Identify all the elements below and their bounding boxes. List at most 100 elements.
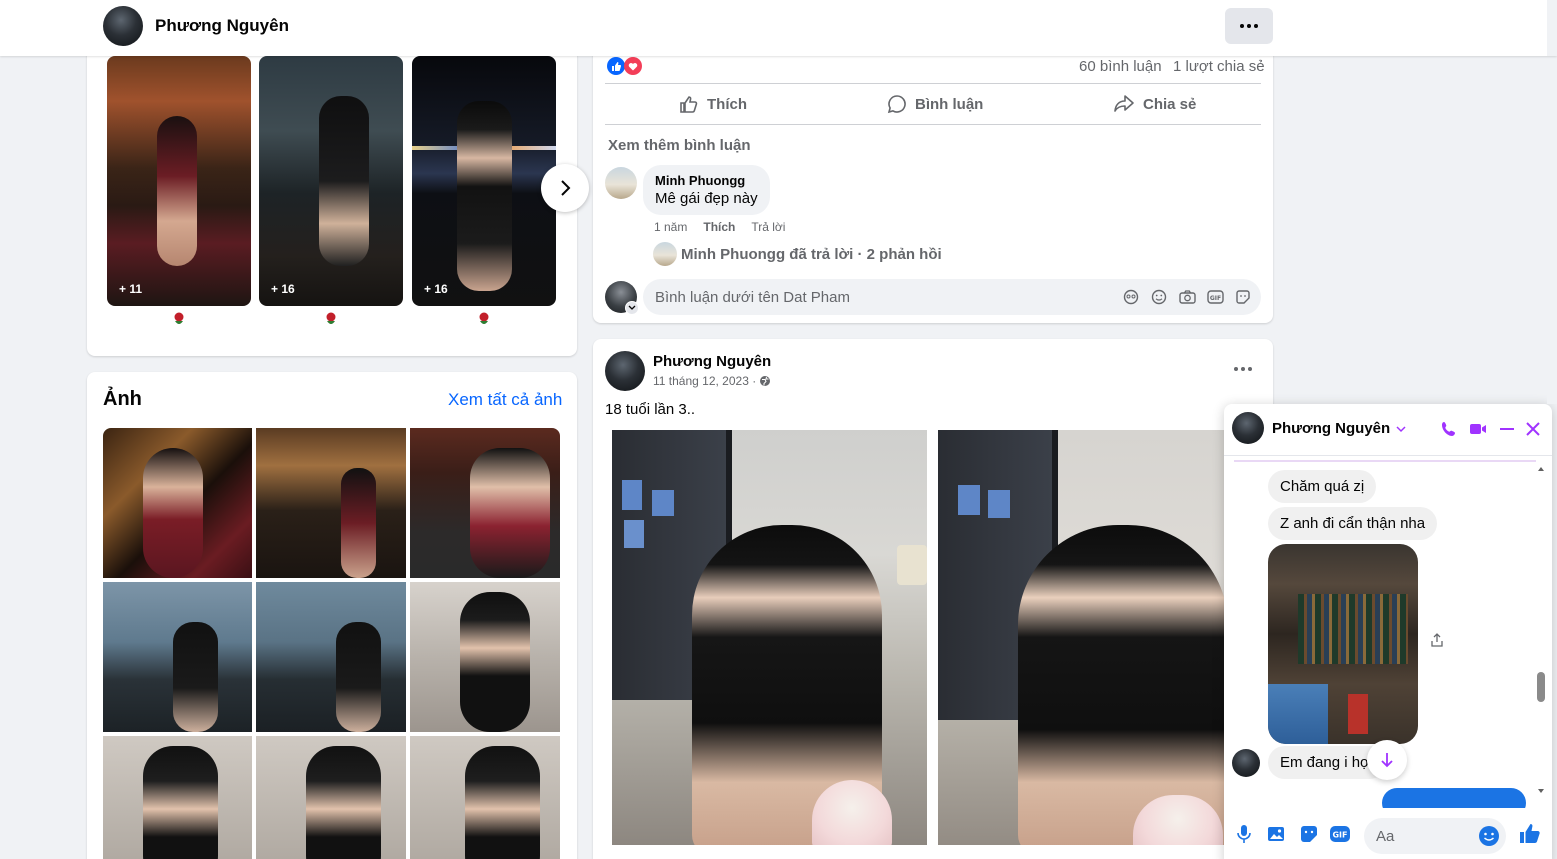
- see-all-photos-link[interactable]: Xem tất cả ảnh: [448, 390, 562, 410]
- comment-reply-link[interactable]: Trả lời: [751, 220, 785, 234]
- chat-contact-name[interactable]: Phương Nguyên: [1272, 420, 1406, 437]
- sticker-icon[interactable]: [1235, 289, 1251, 305]
- photo-thumbnail[interactable]: [410, 582, 560, 732]
- chat-window: Phương Nguyên Chăm quá zị Z anh đi cẩn t…: [1224, 404, 1552, 859]
- profile-avatar[interactable]: [103, 6, 143, 46]
- profile-header-bar: Phương Nguyên: [0, 0, 1557, 56]
- emoji-icon[interactable]: [1151, 289, 1167, 305]
- featured-photo-2[interactable]: + 16: [259, 56, 403, 306]
- photo-thumbnail[interactable]: [410, 736, 560, 859]
- person-figure: [157, 116, 197, 266]
- post-card-2: Phương Nguyên 11 tháng 12, 2023 · 18 tuổ…: [593, 339, 1273, 859]
- comment-time[interactable]: 1 năm: [654, 220, 687, 234]
- photo-thumbnail[interactable]: [410, 428, 560, 578]
- photo-thumbnail[interactable]: [103, 428, 252, 578]
- chat-message-input[interactable]: Aa: [1364, 818, 1506, 854]
- microphone-icon[interactable]: [1236, 824, 1252, 844]
- gif-icon[interactable]: GIF: [1207, 289, 1224, 305]
- minimize-icon[interactable]: [1498, 420, 1516, 438]
- globe-icon: [760, 376, 771, 386]
- comment-author[interactable]: Minh Phuongg: [655, 173, 758, 188]
- chat-image-message[interactable]: [1268, 544, 1418, 744]
- rose-icon: [174, 312, 184, 324]
- thumbs-up-icon[interactable]: [1518, 822, 1542, 846]
- comment-input[interactable]: Bình luận dưới tên Dat Pham GIF: [643, 279, 1261, 315]
- share-message-icon[interactable]: [1430, 632, 1444, 648]
- photo-thumbnail[interactable]: [256, 736, 406, 859]
- post-author-avatar[interactable]: [605, 351, 645, 391]
- love-reaction-icon[interactable]: [624, 57, 642, 75]
- chat-message-bubble[interactable]: Chăm quá zị: [1268, 470, 1377, 503]
- post-photo-1[interactable]: [612, 430, 927, 845]
- chat-messages: Chăm quá zị Z anh đi cẩn thận nha Em đan…: [1224, 456, 1552, 818]
- person-figure: [319, 96, 369, 266]
- comment-icon: [887, 95, 906, 114]
- avatar-sticker-icon[interactable]: [1123, 289, 1139, 305]
- chat-composer: GIF Aa: [1224, 808, 1552, 859]
- featured-photo-1[interactable]: + 11: [107, 56, 251, 306]
- chat-avatar[interactable]: [1232, 412, 1264, 444]
- like-button[interactable]: Thích: [679, 94, 747, 114]
- featured-count: + 16: [271, 282, 295, 296]
- share-label: Chia sẻ: [1143, 95, 1197, 113]
- commenter-avatar[interactable]: [605, 167, 637, 199]
- post-photo-2[interactable]: [938, 430, 1273, 845]
- like-reaction-icon[interactable]: [607, 57, 625, 75]
- rose-icon: [479, 312, 489, 324]
- post-caption: 18 tuổi lần 3..: [605, 401, 696, 418]
- view-replies-link[interactable]: Minh Phuongg đã trả lời · 2 phản hồi: [681, 246, 942, 263]
- scroll-to-bottom-button[interactable]: [1367, 740, 1407, 780]
- emoji-icon[interactable]: [1478, 825, 1500, 847]
- page-scrollbar[interactable]: [1547, 0, 1557, 56]
- view-more-comments-link[interactable]: Xem thêm bình luận: [608, 137, 751, 154]
- chat-scrollbar[interactable]: [1536, 466, 1546, 796]
- chat-contact-name-text: Phương Nguyên: [1272, 420, 1391, 437]
- comment-button[interactable]: Bình luận: [887, 94, 983, 114]
- gif-icon[interactable]: GIF: [1329, 824, 1351, 844]
- close-icon[interactable]: [1524, 420, 1542, 438]
- chevron-down-icon: [1396, 425, 1406, 432]
- arrow-down-icon: [1381, 753, 1393, 768]
- post-date[interactable]: 11 tháng 12, 2023 ·: [653, 374, 756, 388]
- reply-avatar: [653, 242, 677, 266]
- person-figure: [457, 101, 512, 291]
- photo-icon[interactable]: [1267, 824, 1287, 844]
- shares-count[interactable]: 1 lượt chia sẻ: [1173, 58, 1265, 75]
- svg-text:GIF: GIF: [1332, 831, 1347, 840]
- photo-thumbnail[interactable]: [256, 582, 406, 732]
- comment-input-placeholder: Bình luận dưới tên Dat Pham: [655, 289, 850, 306]
- comments-count[interactable]: 60 bình luận: [1079, 58, 1162, 75]
- video-call-icon[interactable]: [1469, 420, 1487, 438]
- chat-message-bubble[interactable]: Z anh đi cẩn thận nha: [1268, 507, 1438, 540]
- comment-label: Bình luận: [915, 95, 984, 113]
- rose-icon: [326, 312, 336, 324]
- post-card-1: 60 bình luận 1 lượt chia sẻ Thích Bình l…: [593, 36, 1273, 323]
- share-icon: [1114, 95, 1134, 112]
- voice-call-icon[interactable]: [1440, 420, 1458, 438]
- featured-photo-3[interactable]: + 16: [412, 56, 556, 306]
- camera-icon[interactable]: [1179, 289, 1196, 305]
- more-icon: [1234, 367, 1252, 371]
- next-arrow-button[interactable]: [541, 164, 589, 212]
- comment-text: Mê gái đẹp này: [655, 190, 758, 207]
- profile-name[interactable]: Phương Nguyên: [155, 16, 289, 36]
- scroll-up-icon[interactable]: [1537, 466, 1545, 472]
- photo-thumbnail[interactable]: [103, 736, 252, 859]
- share-button[interactable]: Chia sẻ: [1113, 94, 1196, 114]
- chat-header: Phương Nguyên: [1224, 404, 1552, 456]
- comment-bubble: Minh Phuongg Mê gái đẹp này: [643, 165, 770, 215]
- post-options-button[interactable]: [1225, 359, 1261, 379]
- scroll-down-icon[interactable]: [1537, 788, 1545, 794]
- page-scrollbar-track[interactable]: [1547, 56, 1557, 404]
- more-options-button[interactable]: [1225, 8, 1273, 44]
- avatar-dropdown-icon[interactable]: [625, 301, 639, 315]
- sticker-icon[interactable]: [1299, 824, 1319, 844]
- chat-input-placeholder: Aa: [1376, 828, 1395, 845]
- more-icon: [1240, 24, 1258, 28]
- photo-thumbnail[interactable]: [256, 428, 406, 578]
- comment-like-link[interactable]: Thích: [703, 220, 735, 234]
- featured-collections-card: + 11 + 16 + 16: [87, 36, 589, 356]
- scrollbar-thumb[interactable]: [1537, 672, 1545, 702]
- photo-thumbnail[interactable]: [103, 582, 252, 732]
- post-author-name[interactable]: Phương Nguyên: [653, 353, 771, 370]
